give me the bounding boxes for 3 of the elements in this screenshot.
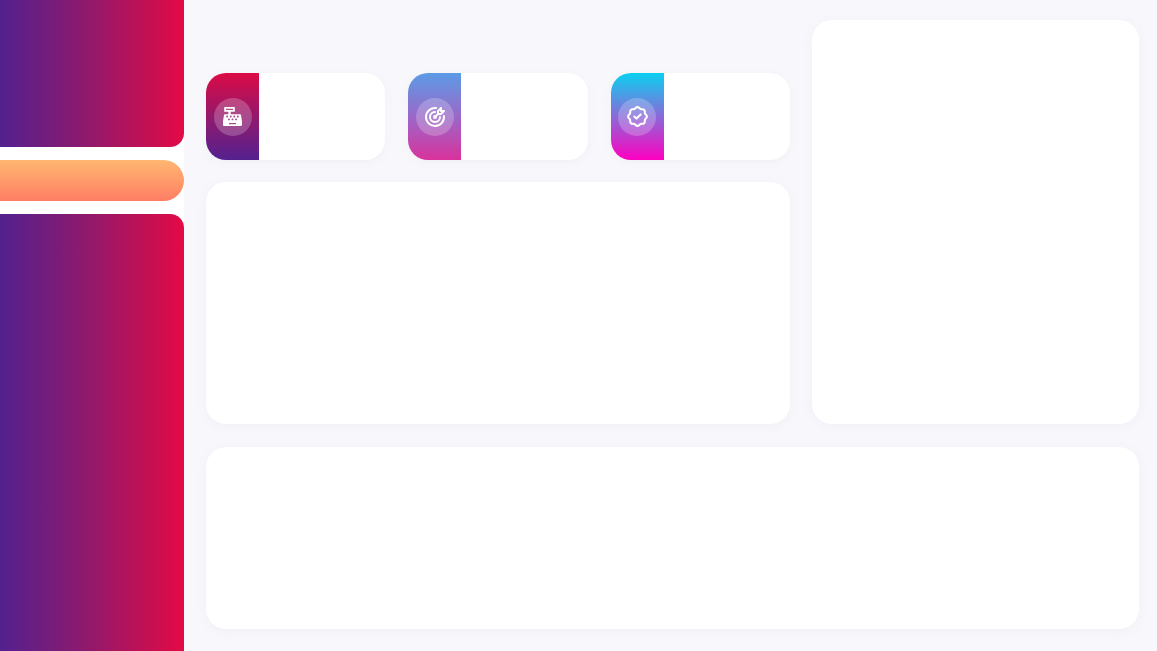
cash-register-icon	[213, 97, 252, 136]
check-badge-icon	[618, 97, 657, 136]
target-icon	[415, 97, 454, 136]
